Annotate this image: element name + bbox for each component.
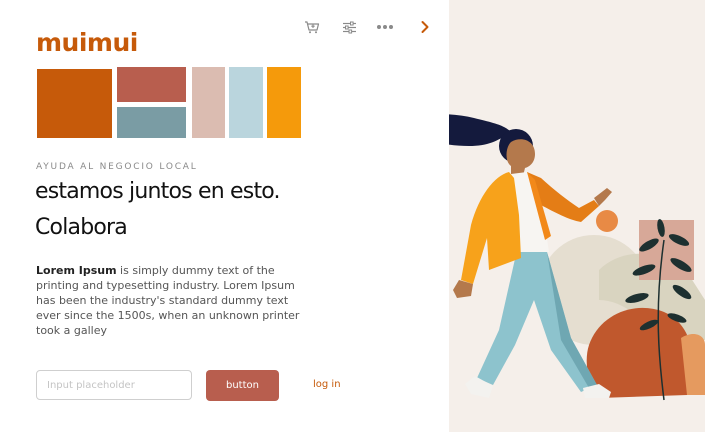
headline: estamos juntos en esto. Colabora xyxy=(35,174,335,246)
headline-line-1: estamos juntos en esto. xyxy=(35,179,281,204)
chevron-right-icon[interactable] xyxy=(413,14,437,40)
cart-icon[interactable] xyxy=(300,14,324,40)
color-palette xyxy=(37,67,302,139)
body-paragraph: Lorem Ipsum is simply dummy text of the … xyxy=(36,263,308,338)
more-dots-icon[interactable] xyxy=(373,14,397,40)
eyebrow-text: AYUDA AL NEGOCIO LOCAL xyxy=(36,162,198,172)
page: muimui AYUDA AL NEGOCIO LOCAL estamos ju… xyxy=(0,0,705,432)
swatch-orange xyxy=(37,69,112,138)
swatch-amber xyxy=(267,67,301,138)
walking-woman-illustration xyxy=(449,114,705,401)
illustration-panel xyxy=(449,0,705,432)
swatch-blush xyxy=(192,67,225,138)
sliders-icon[interactable] xyxy=(337,14,361,40)
body-bold-lead: Lorem Ipsum xyxy=(36,264,117,277)
swatch-slate-blue xyxy=(117,107,186,138)
swatch-terracotta xyxy=(117,67,186,102)
brand-logo[interactable]: muimui xyxy=(36,27,138,59)
primary-button[interactable]: button xyxy=(206,370,279,401)
login-link[interactable]: log in xyxy=(313,379,341,390)
swatch-light-blue xyxy=(229,67,263,138)
text-input[interactable] xyxy=(36,370,192,400)
headline-line-2: Colabora xyxy=(35,215,128,240)
toolbar xyxy=(300,14,440,40)
left-panel: muimui AYUDA AL NEGOCIO LOCAL estamos ju… xyxy=(0,0,449,432)
